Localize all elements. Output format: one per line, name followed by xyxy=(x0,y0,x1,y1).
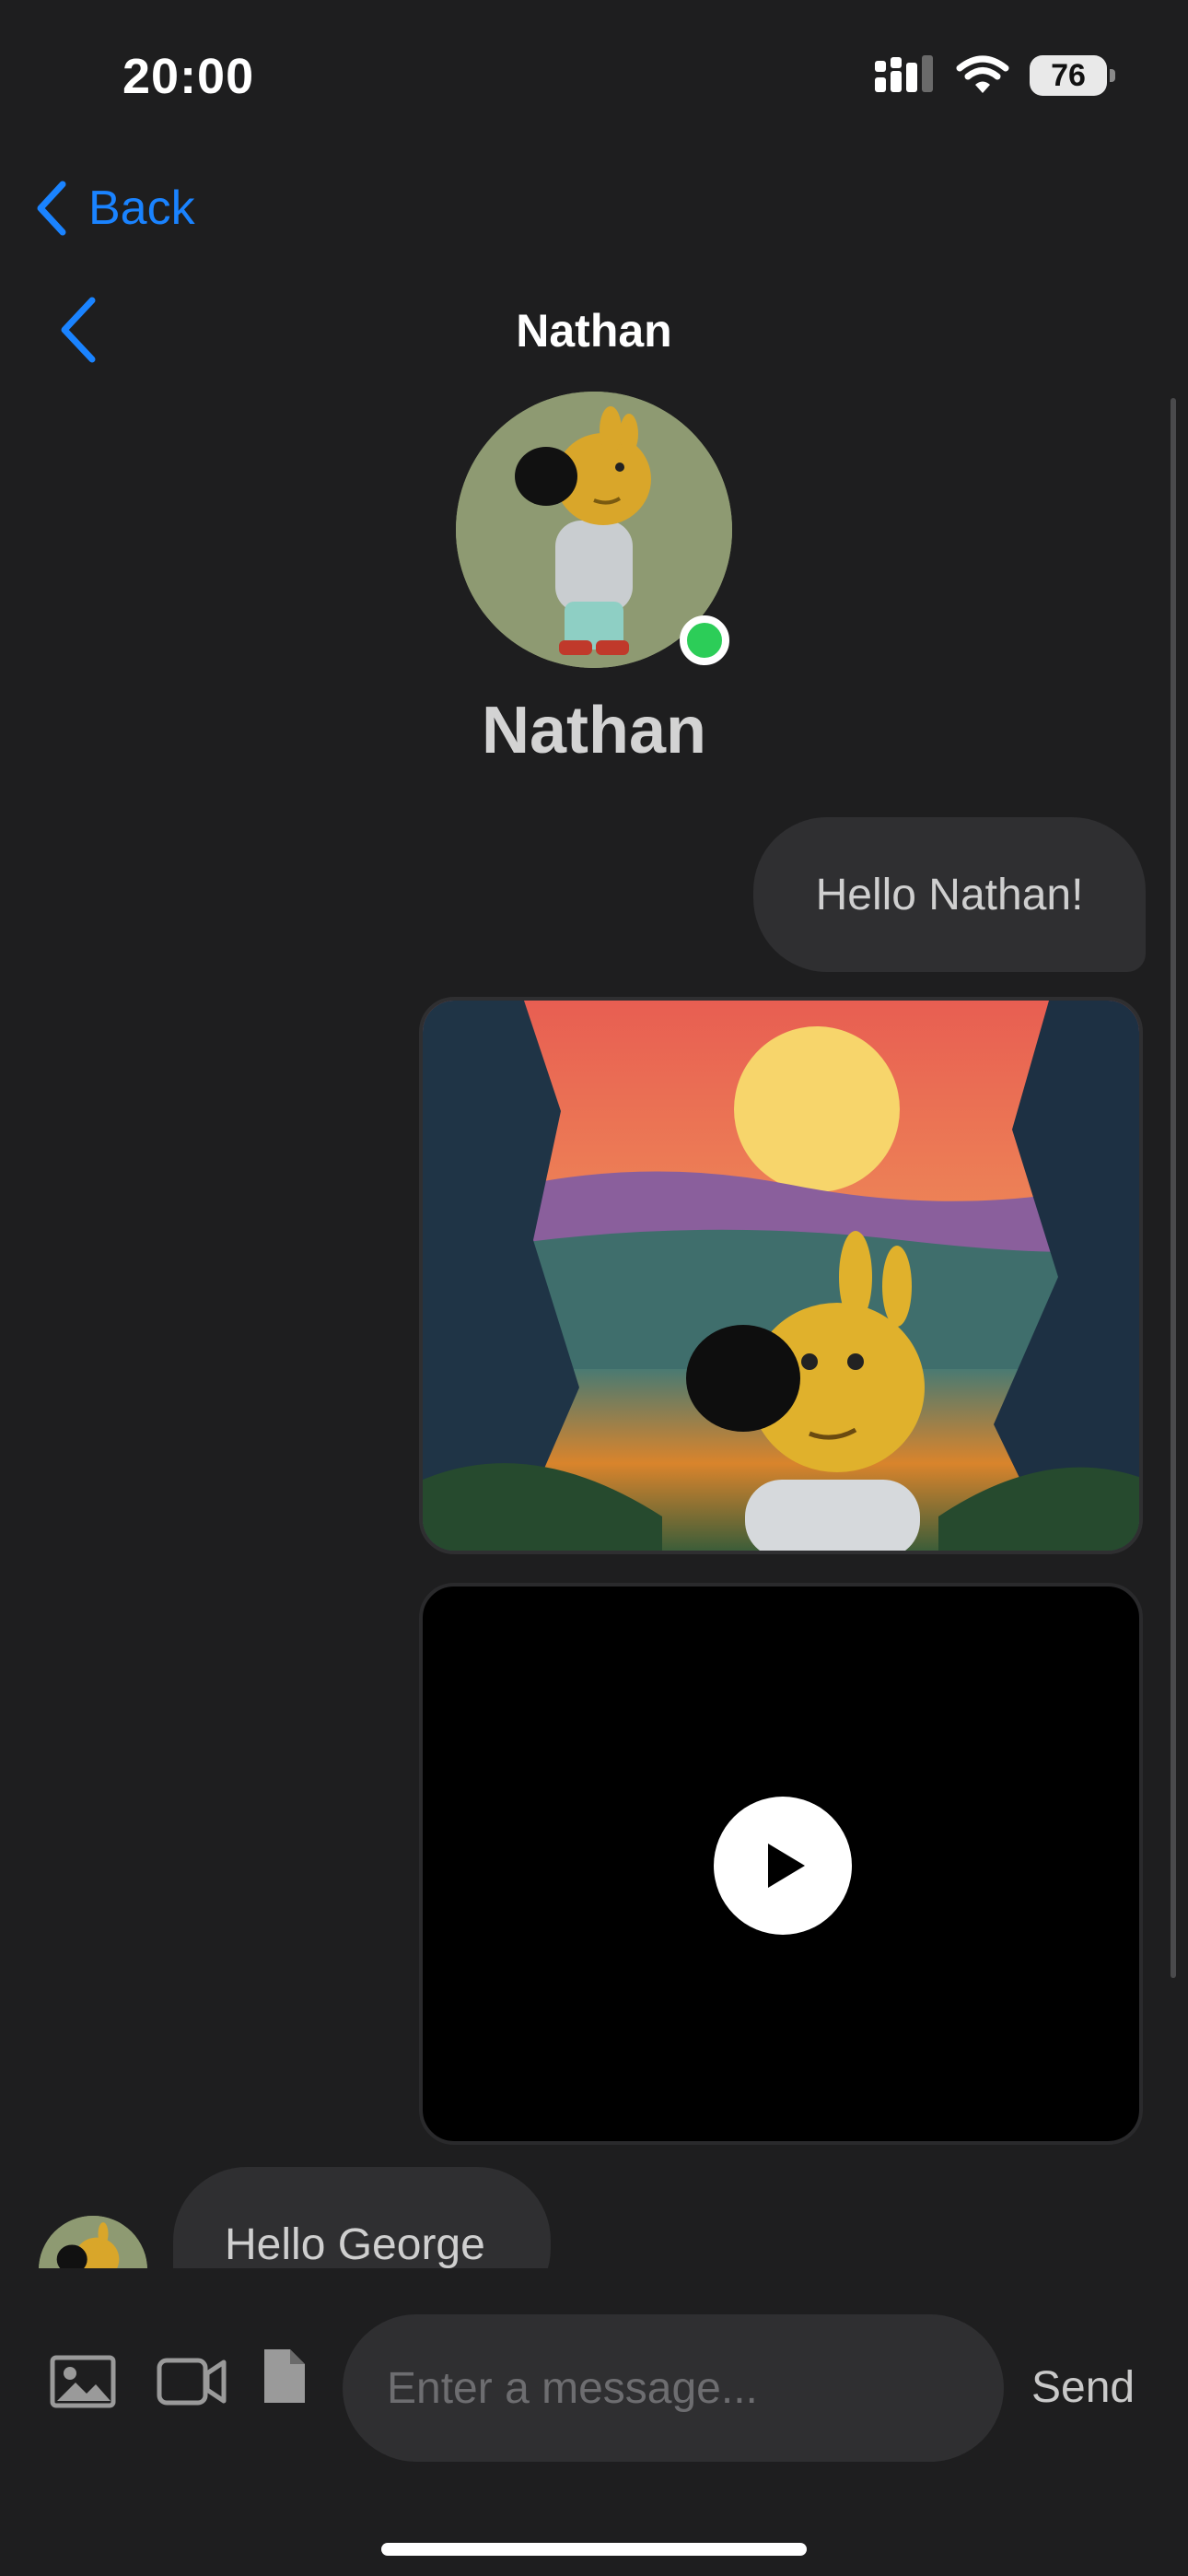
status-time: 20:00 xyxy=(122,49,255,104)
signal-icon xyxy=(875,55,933,92)
status-icons: 76 xyxy=(875,55,1115,96)
message-image[interactable] xyxy=(419,997,1143,1554)
profile-name: Nathan xyxy=(481,694,707,767)
attach-file-button[interactable] xyxy=(261,2346,309,2411)
back-label: Back xyxy=(88,181,195,235)
video-camera-icon xyxy=(157,2358,227,2406)
message-text: Hello Nathan! xyxy=(815,870,1084,919)
header-title: Nathan xyxy=(516,305,672,357)
video-play-button[interactable] xyxy=(714,1797,852,1935)
message-input[interactable] xyxy=(343,2314,1004,2462)
wifi-icon xyxy=(956,55,1009,93)
attach-video-button[interactable] xyxy=(157,2355,227,2413)
back-link[interactable]: Back xyxy=(35,181,195,236)
battery-level: 76 xyxy=(1051,57,1086,93)
play-icon xyxy=(768,1844,805,1888)
attach-image-button[interactable] xyxy=(50,2355,116,2413)
online-status-indicator xyxy=(680,615,729,665)
send-button[interactable]: Send xyxy=(1031,2362,1135,2413)
message-text: Hello George xyxy=(225,2219,485,2269)
scrollbar[interactable] xyxy=(1171,398,1176,1978)
home-indicator[interactable] xyxy=(381,2543,807,2556)
message-bubble-outgoing[interactable]: Hello Nathan! xyxy=(753,817,1146,972)
file-icon xyxy=(264,2349,305,2403)
battery-icon: 76 xyxy=(1030,55,1115,96)
image-icon xyxy=(50,2355,116,2408)
chevron-left-icon xyxy=(37,181,66,236)
sunset-dog-image xyxy=(423,1001,1139,1551)
